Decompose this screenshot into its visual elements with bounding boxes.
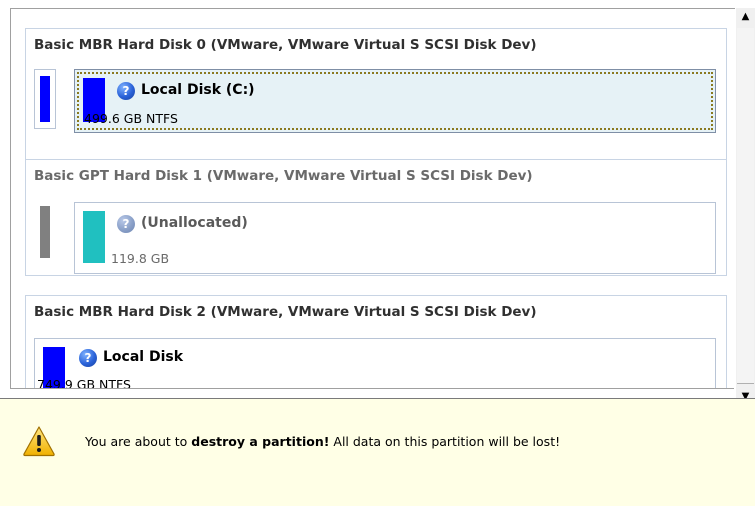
partition-info-icon[interactable]: ? bbox=[117, 215, 135, 233]
delete-partition-page: Basic MBR Hard Disk 0 (VMware, VMware Vi… bbox=[0, 0, 755, 506]
partition-name: Local Disk (C:) bbox=[141, 82, 255, 98]
disk-0-partition-local-disk-c[interactable]: ? Local Disk (C:) 499.6 GB NTFS bbox=[74, 69, 716, 133]
vertical-scrollbar[interactable]: ▲ ▼ bbox=[736, 8, 755, 416]
panel-border bbox=[10, 388, 734, 389]
scroll-up-icon[interactable]: ▲ bbox=[736, 8, 755, 26]
warning-suffix: All data on this partition will be lost! bbox=[329, 434, 561, 449]
partition-size: 119.8 GB bbox=[111, 251, 170, 266]
partition-size: 499.6 GB NTFS bbox=[84, 111, 178, 126]
disk-card-0[interactable]: Basic MBR Hard Disk 0 (VMware, VMware Vi… bbox=[25, 28, 727, 160]
partition-bar bbox=[83, 211, 105, 263]
warning-emphasis: destroy a partition! bbox=[191, 434, 330, 449]
partition-info-icon[interactable]: ? bbox=[117, 82, 135, 100]
disk-map-panel: Basic MBR Hard Disk 0 (VMware, VMware Vi… bbox=[10, 8, 735, 389]
disk-1-icon[interactable] bbox=[34, 202, 56, 262]
disk-1-title: Basic GPT Hard Disk 1 (VMware, VMware Vi… bbox=[34, 168, 533, 184]
scroll-thumb[interactable] bbox=[737, 28, 754, 384]
partition-name: (Unallocated) bbox=[141, 215, 248, 231]
warning-message: You are about to destroy a partition! Al… bbox=[85, 434, 560, 449]
disk-1-partition-unallocated[interactable]: ? (Unallocated) 119.8 GB bbox=[74, 202, 716, 274]
partition-name: Local Disk bbox=[103, 349, 184, 365]
disk-card-2[interactable]: Basic MBR Hard Disk 2 (VMware, VMware Vi… bbox=[25, 295, 727, 389]
disk-2-title: Basic MBR Hard Disk 2 (VMware, VMware Vi… bbox=[34, 304, 537, 320]
warning-triangle-icon bbox=[23, 426, 55, 457]
partition-info-icon[interactable]: ? bbox=[79, 349, 97, 367]
disk-1-icon-bar bbox=[40, 206, 50, 258]
warning-bar: You are about to destroy a partition! Al… bbox=[0, 398, 755, 506]
disk-0-title: Basic MBR Hard Disk 0 (VMware, VMware Vi… bbox=[34, 37, 537, 53]
disk-card-1[interactable]: Basic GPT Hard Disk 1 (VMware, VMware Vi… bbox=[25, 159, 727, 276]
disk-2-partition-local-disk[interactable]: ? Local Disk 749.9 GB NTFS bbox=[34, 338, 716, 389]
disk-0-icon[interactable] bbox=[34, 69, 56, 129]
warning-prefix: You are about to bbox=[85, 434, 192, 449]
disk-0-icon-bar bbox=[40, 76, 50, 122]
